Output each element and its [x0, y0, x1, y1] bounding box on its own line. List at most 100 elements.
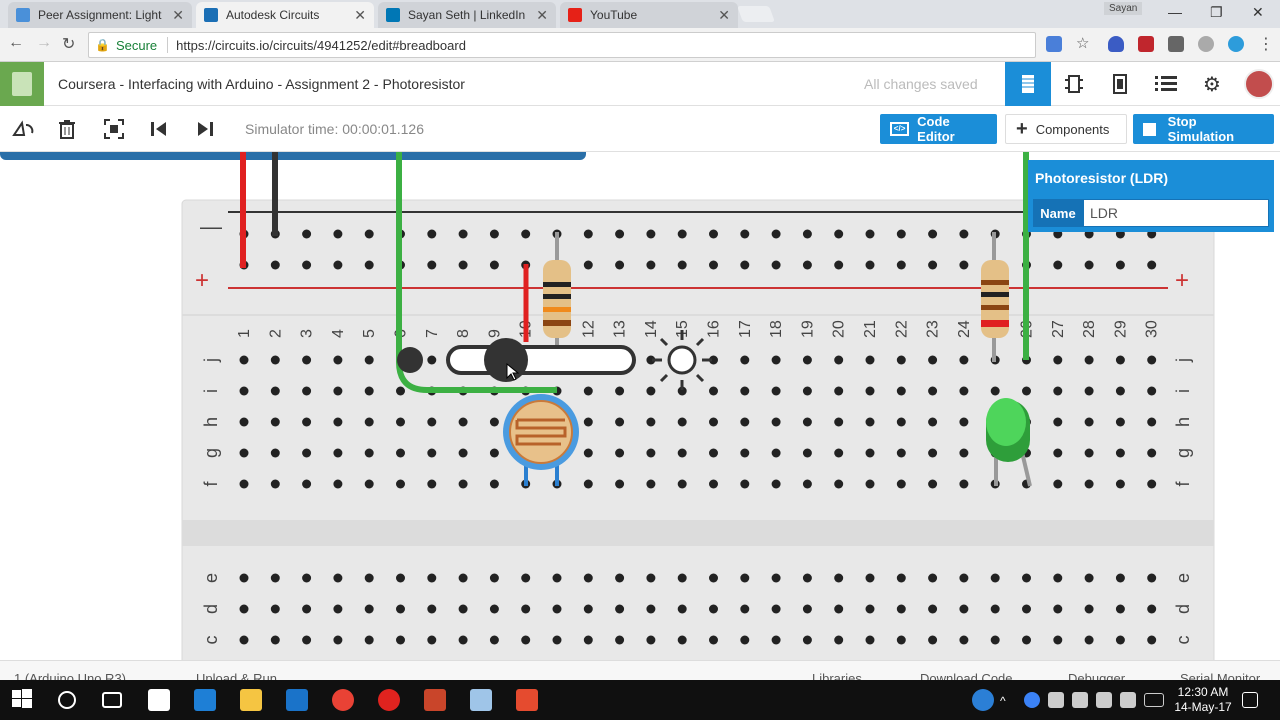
extension-icon[interactable]	[1168, 36, 1184, 52]
terminal-hole[interactable]	[1147, 448, 1157, 458]
system-clock[interactable]: 12:30 AM 14-May-17	[1168, 685, 1238, 715]
terminal-hole[interactable]	[709, 573, 718, 583]
terminal-hole[interactable]	[1115, 635, 1125, 645]
rail-hole[interactable]	[1115, 260, 1125, 270]
terminal-hole[interactable]	[959, 573, 969, 583]
terminal-hole[interactable]	[677, 635, 687, 645]
terminal-hole[interactable]	[865, 417, 875, 427]
settings-gear-icon[interactable]: ⚙	[1189, 62, 1235, 106]
shield-app-icon[interactable]	[286, 689, 308, 711]
terminal-hole[interactable]	[1084, 448, 1094, 458]
breadboard-view-icon[interactable]	[1005, 62, 1051, 106]
app-icon[interactable]	[516, 689, 538, 711]
terminal-hole[interactable]	[928, 448, 938, 458]
terminal-hole[interactable]	[928, 604, 938, 614]
rotate-icon[interactable]	[12, 119, 34, 139]
cortana-search-icon[interactable]	[58, 691, 76, 709]
terminal-hole[interactable]	[1084, 573, 1094, 583]
rail-hole[interactable]	[1147, 260, 1157, 270]
terminal-hole[interactable]	[896, 417, 906, 427]
terminal-hole[interactable]	[771, 479, 781, 489]
terminal-hole[interactable]	[1053, 604, 1063, 614]
terminal-hole[interactable]	[928, 635, 938, 645]
terminal-hole[interactable]	[1147, 573, 1157, 583]
terminal-hole[interactable]	[333, 573, 343, 583]
terminal-hole[interactable]	[302, 386, 312, 396]
schematic-view-icon[interactable]	[1051, 62, 1097, 106]
libraries-button[interactable]: Libraries	[812, 671, 862, 680]
terminal-hole[interactable]	[1053, 635, 1063, 645]
terminal-hole[interactable]	[646, 417, 656, 427]
terminal-hole[interactable]	[1084, 355, 1094, 365]
terminal-hole[interactable]	[646, 604, 656, 614]
store-icon[interactable]	[148, 689, 170, 711]
terminal-hole[interactable]	[396, 417, 405, 427]
terminal-hole[interactable]	[270, 417, 280, 427]
terminal-hole[interactable]	[458, 635, 468, 645]
terminal-hole[interactable]	[740, 417, 750, 427]
terminal-hole[interactable]	[552, 573, 562, 583]
terminal-hole[interactable]	[771, 417, 781, 427]
terminal-hole[interactable]	[396, 448, 405, 458]
terminal-hole[interactable]	[583, 573, 593, 583]
terminal-hole[interactable]	[1115, 386, 1125, 396]
app-icon[interactable]	[470, 689, 492, 711]
terminal-hole[interactable]	[552, 604, 562, 614]
terminal-hole[interactable]	[583, 448, 593, 458]
terminal-hole[interactable]	[489, 417, 499, 427]
rail-hole[interactable]	[865, 229, 875, 239]
terminal-hole[interactable]	[896, 386, 906, 396]
user-avatar[interactable]	[1244, 69, 1274, 99]
debugger-button[interactable]: Debugger	[1068, 671, 1125, 680]
terminal-hole[interactable]	[1053, 573, 1063, 583]
terminal-hole[interactable]	[834, 355, 844, 365]
terminal-hole[interactable]	[427, 448, 437, 458]
terminal-hole[interactable]	[1147, 604, 1157, 614]
rail-hole[interactable]	[489, 260, 499, 270]
terminal-hole[interactable]	[1147, 479, 1157, 489]
terminal-hole[interactable]	[396, 573, 405, 583]
terminal-hole[interactable]	[427, 635, 437, 645]
terminal-hole[interactable]	[865, 448, 875, 458]
code-editor-button[interactable]: </> Code Editor	[880, 114, 997, 144]
terminal-hole[interactable]	[458, 479, 468, 489]
terminal-hole[interactable]	[333, 604, 343, 614]
chrome-icon[interactable]	[332, 689, 354, 711]
rail-hole[interactable]	[928, 260, 938, 270]
tray-icon[interactable]	[1024, 692, 1040, 708]
rail-hole[interactable]	[740, 229, 750, 239]
terminal-hole[interactable]	[1053, 479, 1063, 489]
terminal-hole[interactable]	[239, 355, 249, 365]
terminal-hole[interactable]	[771, 355, 781, 365]
terminal-hole[interactable]	[333, 635, 343, 645]
maximize-icon[interactable]: ❐	[1210, 4, 1223, 21]
tab-youtube[interactable]: YouTube ✕	[560, 2, 738, 28]
rail-hole[interactable]	[677, 260, 687, 270]
bookmark-star-icon[interactable]: ☆	[1076, 34, 1089, 52]
terminal-hole[interactable]	[896, 635, 906, 645]
forward-icon[interactable]: →	[36, 34, 52, 52]
terminal-hole[interactable]	[615, 573, 625, 583]
terminal-hole[interactable]	[270, 479, 280, 489]
terminal-hole[interactable]	[615, 417, 625, 427]
rail-hole[interactable]	[615, 260, 625, 270]
terminal-hole[interactable]	[583, 386, 593, 396]
rail-hole[interactable]	[364, 260, 374, 270]
terminal-hole[interactable]	[521, 573, 531, 583]
terminal-hole[interactable]	[1022, 604, 1031, 614]
delete-trash-icon[interactable]	[58, 119, 78, 139]
terminal-hole[interactable]	[239, 386, 249, 396]
rail-hole[interactable]	[615, 229, 625, 239]
terminal-hole[interactable]	[615, 479, 625, 489]
terminal-hole[interactable]	[928, 479, 938, 489]
terminal-hole[interactable]	[396, 479, 405, 489]
terminal-hole[interactable]	[865, 355, 875, 365]
terminal-hole[interactable]	[1022, 573, 1031, 583]
terminal-hole[interactable]	[364, 479, 374, 489]
terminal-hole[interactable]	[740, 573, 750, 583]
terminal-hole[interactable]	[865, 604, 875, 614]
terminal-hole[interactable]	[865, 386, 875, 396]
close-tab-icon[interactable]: ✕	[718, 7, 730, 24]
terminal-hole[interactable]	[834, 604, 844, 614]
terminal-hole[interactable]	[834, 386, 844, 396]
